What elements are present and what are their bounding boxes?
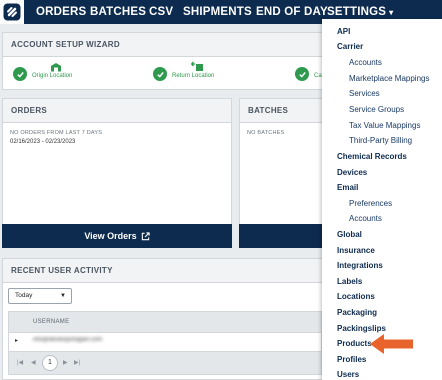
activity-grid-header: USERNAME <box>8 311 322 333</box>
batches-empty-text: NO BATCHES <box>247 130 285 136</box>
view-orders-button[interactable]: View Orders <box>2 224 232 248</box>
menu-email-accounts[interactable]: Accounts <box>349 214 382 223</box>
menu-services[interactable]: Services <box>349 89 380 98</box>
menu-products[interactable]: Products <box>337 339 372 348</box>
nav-batches[interactable]: BATCHES <box>90 0 146 24</box>
step-return-location[interactable]: Return Location <box>172 73 214 79</box>
nav-csv[interactable]: CSV <box>149 0 173 24</box>
external-link-icon <box>141 231 150 240</box>
menu-service-groups[interactable]: Service Groups <box>349 105 404 114</box>
account-setup-wizard: ACCOUNT SETUP WIZARD Origin Location Ret… <box>2 32 332 90</box>
activity-pager: |◀ ◀ 1 ▶ ▶| <box>8 351 322 375</box>
menu-users[interactable]: Users <box>337 370 359 379</box>
check-circle-icon <box>13 67 27 81</box>
menu-third-party-billing[interactable]: Third-Party Billing <box>349 136 412 145</box>
chevron-down-icon: ▾ <box>389 8 394 17</box>
menu-labels[interactable]: Labels <box>337 277 362 286</box>
step-origin-location[interactable]: Origin Location <box>32 73 72 79</box>
orders-date-range: 02/16/2023 - 02/23/2023 <box>10 139 76 145</box>
menu-insurance[interactable]: Insurance <box>337 246 375 255</box>
check-circle-icon <box>295 67 309 81</box>
activity-range-select[interactable]: Today ▼ <box>8 288 72 304</box>
first-page-icon[interactable]: |◀ <box>17 359 23 366</box>
logo-icon <box>3 3 21 21</box>
activity-title: RECENT USER ACTIVITY <box>3 259 331 283</box>
menu-integrations[interactable]: Integrations <box>337 261 383 270</box>
last-page-icon[interactable]: ▶| <box>74 359 80 366</box>
menu-devices[interactable]: Devices <box>337 168 367 177</box>
warehouse-icon <box>51 63 61 72</box>
menu-carrier[interactable]: Carrier <box>337 42 363 51</box>
menu-carrier-accounts[interactable]: Accounts <box>349 58 382 67</box>
menu-email[interactable]: Email <box>337 183 358 192</box>
settings-dropdown-menu: API Carrier Accounts Marketplace Mapping… <box>322 19 442 380</box>
nav-settings-label: SETTINGS <box>327 6 387 18</box>
orders-empty-text: NO ORDERS FROM LAST 7 DAYS <box>10 130 103 136</box>
app-logo[interactable] <box>0 0 24 24</box>
activity-range-value: Today <box>15 292 33 299</box>
view-orders-label: View Orders <box>84 231 137 241</box>
nav-end-of-day[interactable]: END OF DAY <box>256 0 328 24</box>
pointer-arrow-icon <box>370 334 413 354</box>
menu-packaging[interactable]: Packaging <box>337 308 377 317</box>
nav-orders[interactable]: ORDERS <box>36 0 86 24</box>
row-expand-icon[interactable]: ▸ <box>15 337 18 344</box>
wizard-title: ACCOUNT SETUP WIZARD <box>3 33 331 57</box>
next-page-icon[interactable]: ▶ <box>63 359 68 366</box>
menu-marketplace-mappings[interactable]: Marketplace Mappings <box>349 74 429 83</box>
menu-chemical-records[interactable]: Chemical Records <box>337 152 407 161</box>
orders-title: ORDERS <box>3 99 231 123</box>
menu-global[interactable]: Global <box>337 230 362 239</box>
column-username[interactable]: USERNAME <box>33 319 69 325</box>
menu-packingslips[interactable]: Packingslips <box>337 324 386 333</box>
page-number[interactable]: 1 <box>42 355 58 371</box>
menu-email-preferences[interactable]: Preferences <box>349 199 392 208</box>
prev-page-icon[interactable]: ◀ <box>31 359 36 366</box>
caret-down-icon: ▼ <box>60 293 66 299</box>
check-circle-icon <box>153 67 167 81</box>
row-username: info@desktopshipper.com <box>33 337 103 343</box>
menu-locations[interactable]: Locations <box>337 292 375 301</box>
nav-shipments[interactable]: SHIPMENTS <box>183 0 252 24</box>
table-row[interactable]: ▸ info@desktopshipper.com <box>8 333 322 351</box>
step-carrier[interactable]: Ca <box>314 73 322 79</box>
return-box-icon <box>191 61 203 71</box>
menu-tax-value-mappings[interactable]: Tax Value Mappings <box>349 121 420 130</box>
menu-api[interactable]: API <box>337 27 350 36</box>
menu-profiles[interactable]: Profiles <box>337 355 366 364</box>
